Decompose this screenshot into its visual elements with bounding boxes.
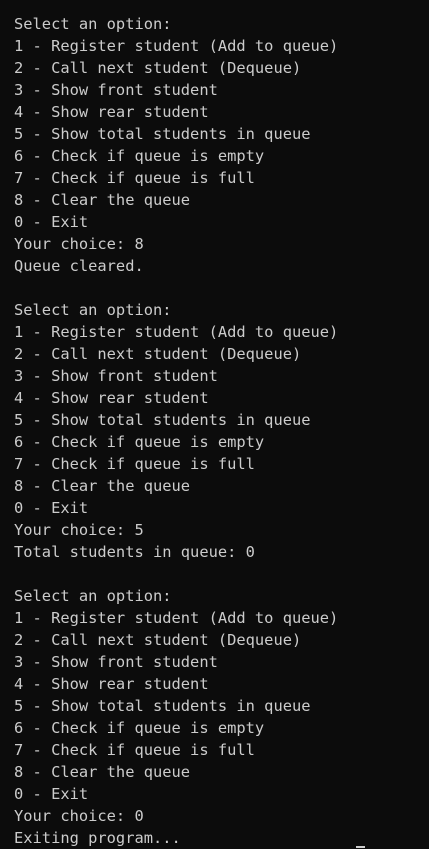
terminal-line: 5 - Show total students in queue — [14, 125, 311, 143]
terminal-output[interactable]: Select an option: 1 - Register student (A… — [14, 13, 424, 849]
terminal-line: 6 - Check if queue is empty — [14, 719, 265, 737]
terminal-line: Select an option: — [14, 15, 172, 33]
terminal-line: 8 - Clear the queue — [14, 763, 191, 781]
terminal-line: 3 - Show front student — [14, 653, 218, 671]
terminal-line: 8 - Clear the queue — [14, 477, 191, 495]
terminal-line: 6 - Check if queue is empty — [14, 433, 265, 451]
terminal-line: 1 - Register student (Add to queue) — [14, 323, 339, 341]
terminal-line: 6 - Check if queue is empty — [14, 147, 265, 165]
terminal-line: Select an option: — [14, 587, 172, 605]
text-cursor — [356, 846, 365, 848]
terminal-line: 5 - Show total students in queue — [14, 411, 311, 429]
terminal-line: Your choice: 0 — [14, 807, 144, 825]
terminal-line: 2 - Call next student (Dequeue) — [14, 59, 302, 77]
terminal-line: 2 - Call next student (Dequeue) — [14, 631, 302, 649]
terminal-line: Select an option: — [14, 301, 172, 319]
terminal-line: Total students in queue: 0 — [14, 543, 255, 561]
terminal-line: 5 - Show total students in queue — [14, 697, 311, 715]
terminal-line: 0 - Exit — [14, 499, 89, 517]
terminal-line: 3 - Show front student — [14, 81, 218, 99]
terminal-line: 7 - Check if queue is full — [14, 455, 255, 473]
terminal-line: 4 - Show rear student — [14, 103, 209, 121]
terminal-line: 0 - Exit — [14, 785, 89, 803]
terminal-line: 2 - Call next student (Dequeue) — [14, 345, 302, 363]
terminal-line: 7 - Check if queue is full — [14, 741, 255, 759]
terminal-line: 1 - Register student (Add to queue) — [14, 609, 339, 627]
terminal-line: 0 - Exit — [14, 213, 89, 231]
terminal-line: 4 - Show rear student — [14, 389, 209, 407]
terminal-line: 8 - Clear the queue — [14, 191, 191, 209]
terminal-line: Queue cleared. — [14, 257, 144, 275]
terminal-line: 4 - Show rear student — [14, 675, 209, 693]
terminal-line: 3 - Show front student — [14, 367, 218, 385]
terminal-line: Your choice: 5 — [14, 521, 144, 539]
terminal-line: 7 - Check if queue is full — [14, 169, 255, 187]
terminal-line: Your choice: 8 — [14, 235, 144, 253]
terminal-line: 1 - Register student (Add to queue) — [14, 37, 339, 55]
